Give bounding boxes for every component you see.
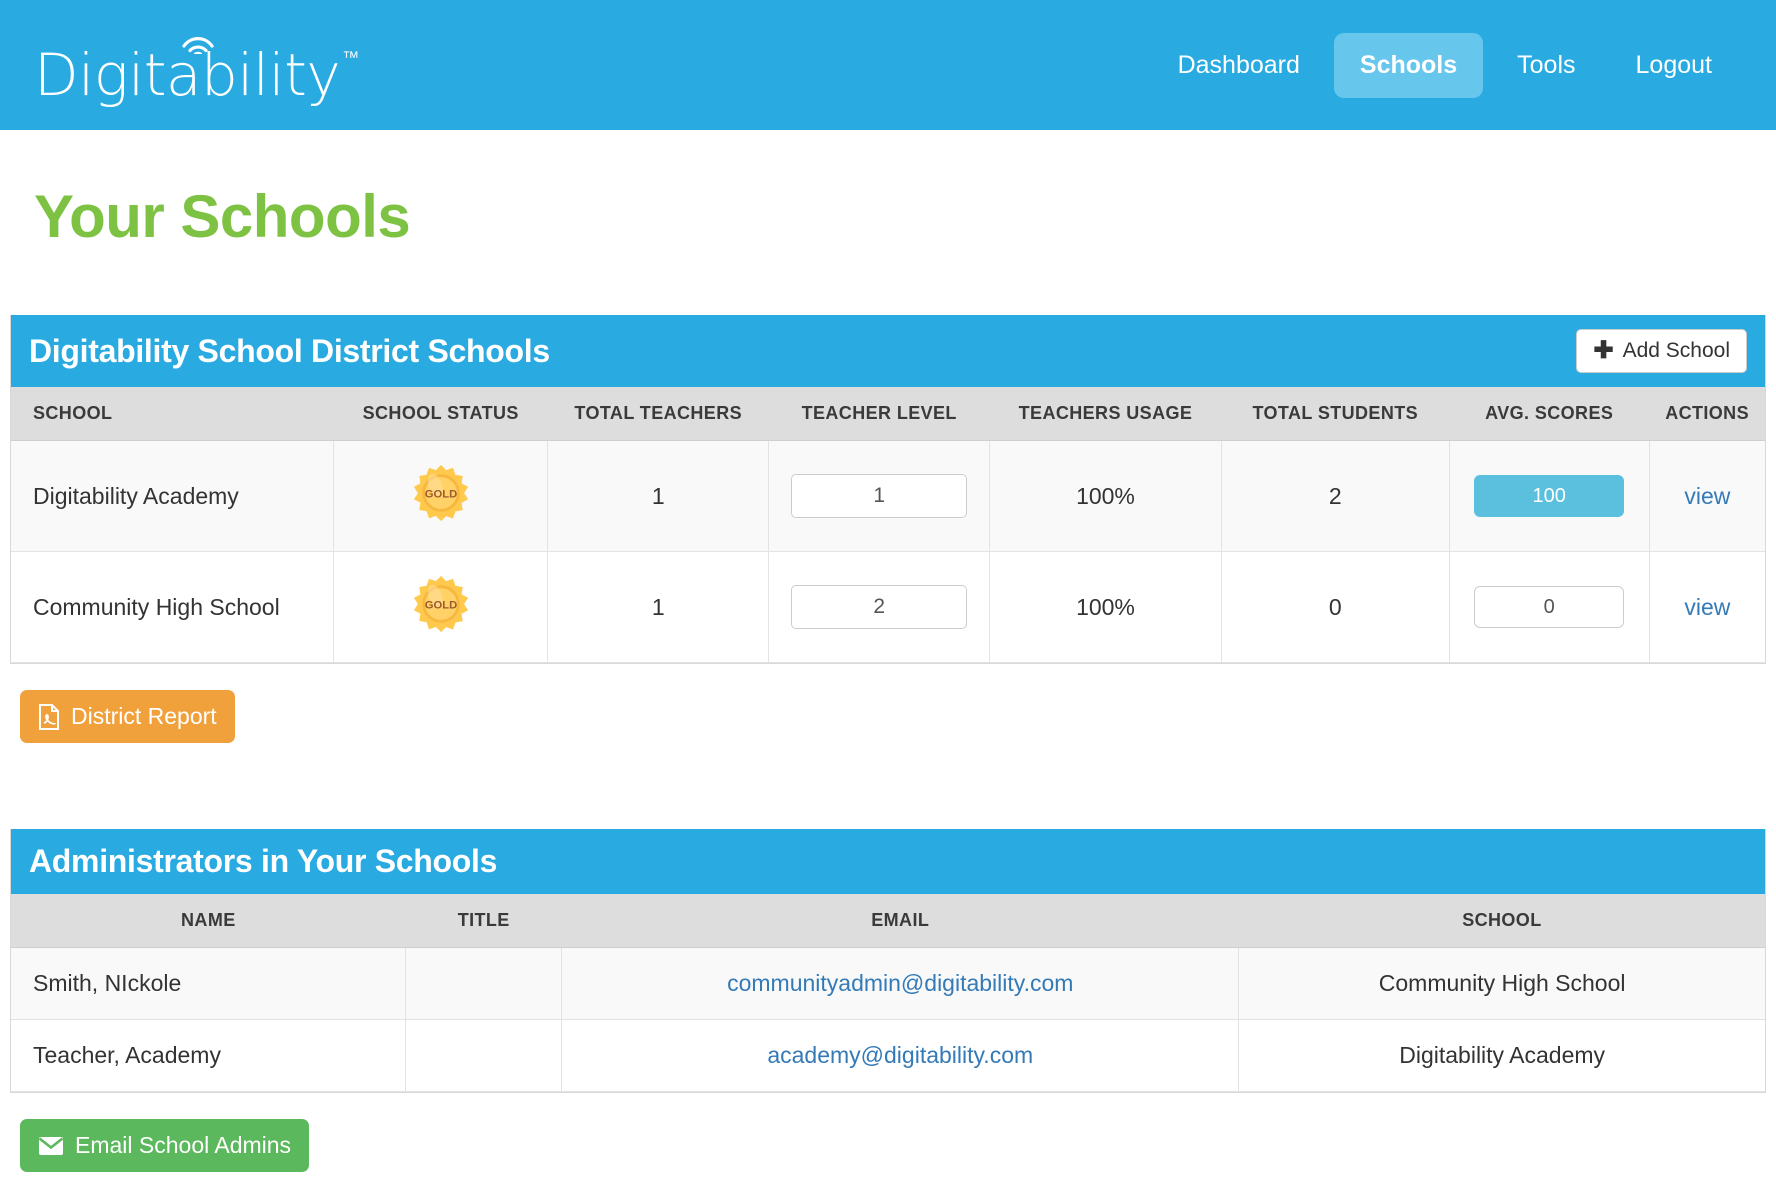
col-school: SCHOOL xyxy=(11,387,334,441)
cell-admin-email: communityadmin@digitability.com xyxy=(561,947,1240,1020)
administrators-table: NAME TITLE EMAIL SCHOOL Smith, NIckole c… xyxy=(11,894,1765,1092)
cell-admin-school: Digitability Academy xyxy=(1238,1019,1765,1092)
nav-links: Dashboard Schools Tools Logout xyxy=(1152,32,1738,98)
table-row: Digitability Academy GOLD 1 1 100% 2 100… xyxy=(11,440,1765,552)
cell-admin-title xyxy=(405,947,563,1020)
district-report-button[interactable]: District Report xyxy=(20,690,235,743)
administrators-panel: Administrators in Your Schools NAME TITL… xyxy=(10,829,1766,1093)
schools-panel-header: Digitability School District Schools ✚ A… xyxy=(11,315,1765,387)
cell-teacher-level: 2 xyxy=(768,551,991,663)
administrators-table-head: NAME TITLE EMAIL SCHOOL xyxy=(11,894,1765,948)
cell-total-teachers: 1 xyxy=(547,440,770,552)
col-admin-name: NAME xyxy=(11,894,406,948)
teacher-level-input[interactable]: 1 xyxy=(791,474,968,518)
teacher-level-input[interactable]: 2 xyxy=(791,585,968,629)
nav-item-logout[interactable]: Logout xyxy=(1610,33,1738,98)
cell-avg-score: 100 xyxy=(1448,440,1650,552)
admin-email-link[interactable]: academy@digitability.com xyxy=(767,1042,1033,1068)
plus-icon: ✚ xyxy=(1593,337,1614,364)
administrators-panel-header: Administrators in Your Schools xyxy=(11,829,1765,894)
view-link[interactable]: view xyxy=(1684,483,1730,509)
email-school-admins-button[interactable]: Email School Admins xyxy=(20,1119,310,1172)
table-row: Community High School GOLD 1 2 100% 0 0 … xyxy=(11,551,1765,663)
col-admin-title: TITLE xyxy=(405,894,562,948)
col-avg-scores: AVG. SCORES xyxy=(1449,387,1650,441)
pdf-file-icon xyxy=(39,703,59,730)
cell-admin-name: Smith, NIckole xyxy=(11,947,407,1020)
cell-school-name: Community High School xyxy=(11,551,335,663)
gold-badge-icon: GOLD xyxy=(413,464,468,522)
col-admin-email: EMAIL xyxy=(561,894,1239,948)
schools-table: SCHOOL SCHOOL STATUS TOTAL TEACHERS TEAC… xyxy=(11,387,1765,663)
page-title: Your Schools xyxy=(34,183,411,250)
col-actions: ACTIONS xyxy=(1649,387,1765,441)
col-admin-school: SCHOOL xyxy=(1238,894,1765,948)
avg-score-value[interactable]: 100 xyxy=(1474,475,1625,517)
cell-school-status: GOLD xyxy=(333,551,549,663)
cell-admin-school: Community High School xyxy=(1238,947,1765,1020)
svg-text:GOLD: GOLD xyxy=(424,600,457,612)
cell-actions: view xyxy=(1648,551,1765,663)
col-teachers-usage: TEACHERS USAGE xyxy=(989,387,1222,441)
schools-panel: Digitability School District Schools ✚ A… xyxy=(10,315,1766,664)
gold-badge-icon: GOLD xyxy=(413,575,468,633)
col-teacher-level: TEACHER LEVEL xyxy=(768,387,990,441)
envelope-icon xyxy=(38,1136,64,1155)
cell-total-students: 0 xyxy=(1220,551,1450,663)
brand-logo[interactable]: Digitability ™ xyxy=(34,26,359,104)
cell-admin-title xyxy=(405,1019,563,1092)
nav-item-tools[interactable]: Tools xyxy=(1491,33,1601,98)
page-body: Your Schools Digitability School Distric… xyxy=(0,182,1776,1172)
view-link[interactable]: view xyxy=(1684,594,1730,620)
cell-total-students: 2 xyxy=(1220,440,1450,552)
brand-name: Digitability xyxy=(34,41,341,109)
administrators-panel-title: Administrators in Your Schools xyxy=(29,843,498,879)
admin-email-link[interactable]: communityadmin@digitability.com xyxy=(727,970,1073,996)
col-school-status: SCHOOL STATUS xyxy=(333,387,548,441)
trademark-mark: ™ xyxy=(342,48,360,67)
col-total-teachers: TOTAL TEACHERS xyxy=(547,387,769,441)
email-school-admins-label: Email School Admins xyxy=(75,1132,292,1158)
administrators-table-body: Smith, NIckole communityadmin@digitabili… xyxy=(11,947,1765,1092)
cell-avg-score: 0 xyxy=(1448,551,1650,663)
cell-teachers-usage: 100% xyxy=(989,440,1222,552)
wifi-arc-icon xyxy=(182,37,214,54)
nav-item-schools[interactable]: Schools xyxy=(1333,32,1484,98)
cell-teacher-level: 1 xyxy=(768,440,991,552)
cell-total-teachers: 1 xyxy=(547,551,770,663)
schools-table-head: SCHOOL SCHOOL STATUS TOTAL TEACHERS TEAC… xyxy=(11,387,1765,441)
add-school-label: Add School xyxy=(1622,339,1730,362)
table-row: Smith, NIckole communityadmin@digitabili… xyxy=(11,947,1765,1020)
district-report-row: District Report xyxy=(20,690,1766,743)
table-row: Teacher, Academy academy@digitability.co… xyxy=(11,1019,1765,1092)
cell-school-name: Digitability Academy xyxy=(11,440,335,552)
nav-item-dashboard[interactable]: Dashboard xyxy=(1152,33,1326,98)
schools-table-body: Digitability Academy GOLD 1 1 100% 2 100… xyxy=(11,440,1765,663)
cell-admin-email: academy@digitability.com xyxy=(561,1019,1240,1092)
schools-panel-title: Digitability School District Schools xyxy=(29,332,550,369)
avg-score-value[interactable]: 0 xyxy=(1474,586,1625,628)
add-school-button[interactable]: ✚ Add School xyxy=(1576,329,1747,373)
col-total-students: TOTAL STUDENTS xyxy=(1221,387,1450,441)
cell-school-status: GOLD xyxy=(333,440,549,552)
cell-admin-name: Teacher, Academy xyxy=(11,1019,407,1092)
cell-teachers-usage: 100% xyxy=(989,551,1222,663)
administrators-header-row: NAME TITLE EMAIL SCHOOL xyxy=(11,894,1765,948)
top-navigation-bar: Digitability ™ Dashboard Schools Tools L… xyxy=(0,0,1776,130)
schools-header-row: SCHOOL SCHOOL STATUS TOTAL TEACHERS TEAC… xyxy=(11,387,1765,441)
district-report-label: District Report xyxy=(71,703,217,729)
cell-actions: view xyxy=(1648,440,1765,552)
email-admins-row: Email School Admins xyxy=(20,1119,1766,1172)
svg-text:GOLD: GOLD xyxy=(424,489,457,501)
